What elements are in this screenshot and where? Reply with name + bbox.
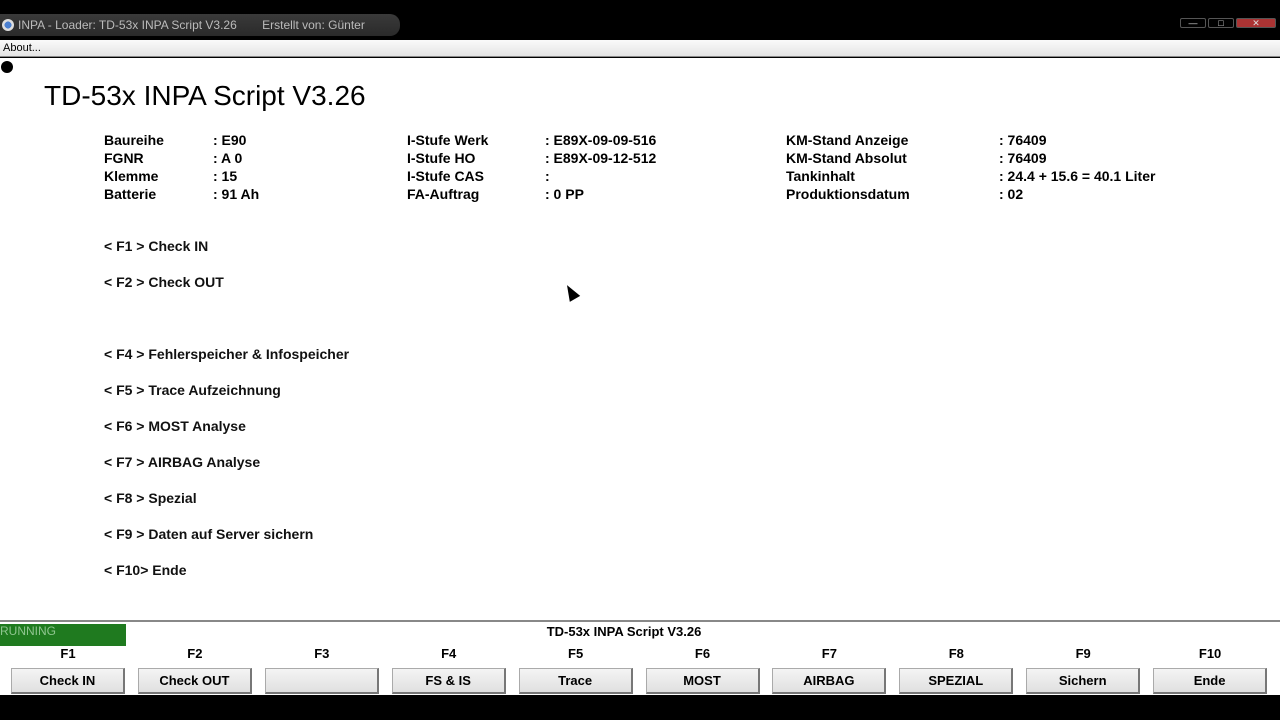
main-area: TD-53x INPA Script V3.26 Baureihe: E90 FG… <box>0 58 1280 620</box>
fkey-button[interactable]: Check IN <box>11 668 125 694</box>
fkey-f9: F9 Sichern <box>1020 646 1147 694</box>
info-row: Klemme : 15 <box>104 167 259 185</box>
info-label: Batterie <box>104 186 157 202</box>
info-value: : 24.4 + 15.6 = 40.1 Liter <box>999 168 1156 184</box>
fkey-label: F2 <box>187 646 203 661</box>
status-dot-icon <box>1 61 13 73</box>
info-label: I-Stufe HO <box>407 150 476 166</box>
fkey-f2: F2 Check OUT <box>131 646 258 694</box>
fkey-button[interactable]: AIRBAG <box>772 668 887 694</box>
fkey-f5: F5 Trace <box>512 646 639 694</box>
menu-item[interactable]: < F2 > Check OUT <box>104 274 224 290</box>
fkey-f10: F10 Ende <box>1147 646 1274 694</box>
menu-item[interactable]: < F9 > Daten auf Server sichern <box>104 526 313 542</box>
info-row: Produktionsdatum : 02 <box>786 185 1155 203</box>
fkey-label: F7 <box>821 646 837 661</box>
menu-item[interactable]: < F8 > Spezial <box>104 490 197 506</box>
info-row: I-Stufe Werk : E89X-09-09-516 <box>407 131 656 149</box>
fkey-button[interactable] <box>264 668 379 694</box>
info-value: : 76409 <box>999 150 1047 166</box>
fkey-f7: F7 AIRBAG <box>766 646 893 694</box>
info-label: Tankinhalt <box>786 168 855 184</box>
minimize-button[interactable]: — <box>1180 18 1206 28</box>
menu-item[interactable]: < F5 > Trace Aufzeichnung <box>104 382 281 398</box>
info-row: Tankinhalt : 24.4 + 15.6 = 40.1 Liter <box>786 167 1155 185</box>
fkey-button[interactable]: MOST <box>645 668 760 694</box>
info-label: Klemme <box>104 168 159 184</box>
info-value: : E89X-09-12-512 <box>545 150 657 166</box>
info-row: Batterie : 91 Ah <box>104 185 259 203</box>
info-row: FA-Auftrag : 0 PP <box>407 185 656 203</box>
info-label: KM-Stand Absolut <box>786 150 907 166</box>
menu-about[interactable]: About... <box>3 42 41 54</box>
fkey-f8: F8 SPEZIAL <box>893 646 1020 694</box>
status-title: TD-53x INPA Script V3.26 <box>546 624 702 639</box>
fkey-button[interactable]: SPEZIAL <box>899 668 1014 694</box>
menu-item[interactable]: < F1 > Check IN <box>104 238 208 254</box>
menu-item[interactable]: < F6 > MOST Analyse <box>104 418 246 434</box>
maximize-button[interactable]: □ <box>1208 18 1234 28</box>
fkey-label: F5 <box>568 646 584 661</box>
fkey-label: F4 <box>441 646 457 661</box>
fkey-f4: F4 FS & IS <box>385 646 512 694</box>
info-label: I-Stufe Werk <box>407 132 489 148</box>
bmw-logo-icon <box>2 19 14 31</box>
fkey-label: F9 <box>1075 646 1091 661</box>
function-key-bar: RUNNING TD-53x INPA Script V3.26 F1 Check… <box>0 620 1280 695</box>
fkey-f6: F6 MOST <box>639 646 766 694</box>
fkey-button[interactable]: FS & IS <box>391 668 506 694</box>
info-label: FA-Auftrag <box>407 186 480 202</box>
info-value: : 76409 <box>999 132 1047 148</box>
fkey-button[interactable]: Trace <box>518 668 633 694</box>
menu-item[interactable]: < F10> Ende <box>104 562 186 578</box>
fkey-label: F1 <box>60 646 76 661</box>
info-column-vehicle: Baureihe: E90 FGNR: A 0 Klemme: 15 Batterie… <box>104 131 259 203</box>
info-value: : 02 <box>999 186 1024 202</box>
menu-item[interactable]: < F7 > AIRBAG Analyse <box>104 454 260 470</box>
fkey-label: F10 <box>1198 646 1222 661</box>
window-controls: — □ ✕ <box>1180 18 1276 28</box>
fkey-f3: F3 <box>258 646 385 694</box>
info-value: : 0 PP <box>545 186 584 202</box>
info-label: I-Stufe CAS <box>407 168 484 184</box>
fkey-f1: F1 Check IN <box>5 646 132 694</box>
info-label: KM-Stand Anzeige <box>786 132 909 148</box>
info-value: : E90 <box>213 132 247 148</box>
menubar: About... <box>0 40 1280 57</box>
info-value: : A 0 <box>213 150 243 166</box>
close-button[interactable]: ✕ <box>1236 18 1276 28</box>
fkey-label: F8 <box>948 646 964 661</box>
fkey-label: F6 <box>694 646 711 661</box>
info-label: FGNR <box>104 150 144 166</box>
info-value: : <box>545 168 550 184</box>
info-value: : 91 Ah <box>213 186 260 202</box>
menu-item[interactable]: < F4 > Fehlerspeicher & Infospeicher <box>104 346 349 362</box>
info-value: : 15 <box>213 168 238 184</box>
window-title: INPA - Loader: TD-53x INPA Script V3.26 <box>18 18 237 32</box>
info-row: Baureihe : E90 <box>104 131 259 149</box>
fkey-button[interactable]: Ende <box>1153 668 1268 694</box>
fkey-button[interactable]: Check OUT <box>137 668 252 694</box>
info-label: Baureihe <box>104 132 164 148</box>
fkey-label: F3 <box>314 646 330 661</box>
window-titlebar: INPA - Loader: TD-53x INPA Script V3.26 … <box>0 14 400 54</box>
info-row: I-Stufe HO : E89X-09-12-512 <box>407 149 656 167</box>
info-column-istufe: I-Stufe Werk : E89X-09-09-516 I-Stufe HO : … <box>407 131 656 203</box>
info-row: KM-Stand Anzeige : 76409 <box>786 131 1155 149</box>
page-title: TD-53x INPA Script V3.26 <box>44 80 366 111</box>
mouse-cursor-icon <box>561 282 581 302</box>
info-row: KM-Stand Absolut : 76409 <box>786 149 1155 167</box>
info-value: : E89X-09-09-516 <box>545 132 657 148</box>
info-label: Produktionsdatum <box>786 186 910 202</box>
info-row: FGNR : A 0 <box>104 149 259 167</box>
info-column-km: KM-Stand Anzeige : 76409 KM-Stand Absolut:… <box>786 131 1155 203</box>
fkey-button[interactable]: Sichern <box>1026 668 1141 694</box>
info-row: I-Stufe CAS: <box>407 167 656 185</box>
